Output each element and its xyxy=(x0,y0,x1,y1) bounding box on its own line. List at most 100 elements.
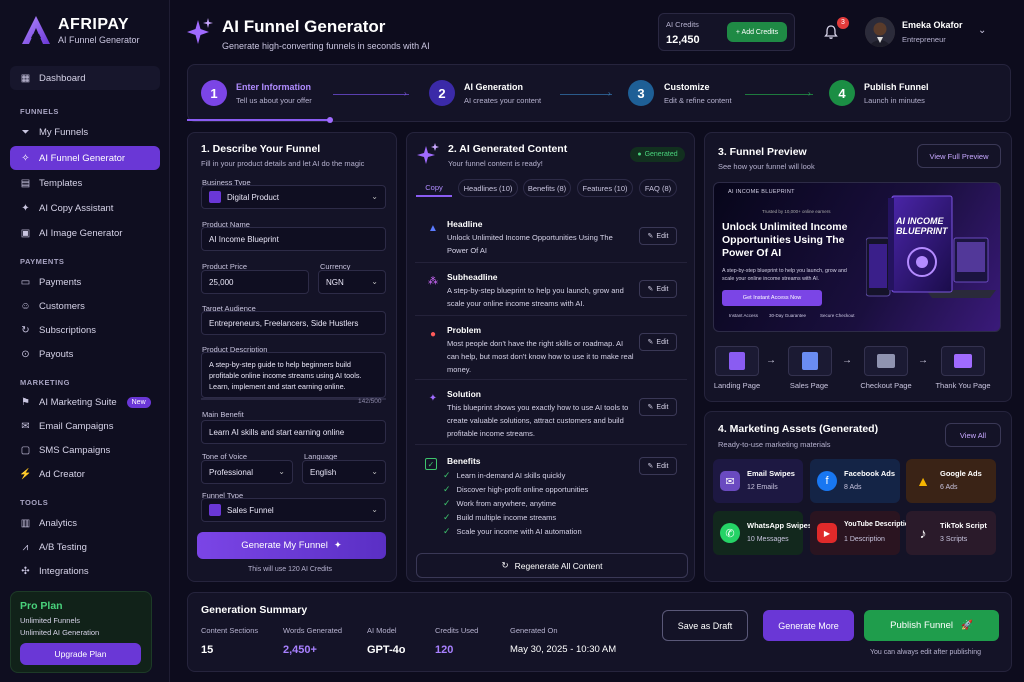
product-icon xyxy=(209,191,221,203)
benefit-input[interactable]: Learn AI skills and start earning online xyxy=(201,420,386,444)
sidebar-item-email[interactable]: ✉ Email Campaigns xyxy=(10,414,160,438)
template-icon: ▤ xyxy=(20,177,31,189)
thank-you-page-thumb[interactable] xyxy=(941,346,985,376)
section-heading-tools: TOOLS xyxy=(20,498,49,507)
tab-benefits[interactable]: Benefits (8) xyxy=(523,179,571,197)
asset-count: 10 Messages xyxy=(747,536,789,543)
benefit-item: ✓ Learn in-demand AI skills quickly xyxy=(443,470,565,481)
sidebar-item-ab-testing[interactable]: ⩘ A/B Testing xyxy=(10,535,160,559)
sidebar-item-marketing-suite[interactable]: ⚑ AI Marketing Suite New xyxy=(10,390,160,414)
notification-count: 3 xyxy=(837,17,849,29)
sidebar-item-ai-image[interactable]: ▣ AI Image Generator xyxy=(10,221,160,245)
language-select[interactable]: English ⌄ xyxy=(302,460,386,484)
arrow-right-icon: → xyxy=(842,355,852,366)
generate-funnel-button[interactable]: Generate My Funnel ✦ xyxy=(197,532,386,559)
edit-solution-button[interactable]: ✎ Edit xyxy=(639,398,677,416)
chevron-down-icon: ⌄ xyxy=(371,505,378,514)
funnel-type-select[interactable]: Sales Funnel ⌄ xyxy=(201,498,386,522)
step-1-number[interactable]: 1 xyxy=(201,80,227,106)
sections-value: 15 xyxy=(201,644,214,656)
product-name-input[interactable]: AI Income Blueprint xyxy=(201,227,386,251)
app-root: { "brand": {"name": "AFRIPAY", "sub": "A… xyxy=(0,0,1024,682)
tone-select[interactable]: Professional ⌄ xyxy=(201,460,293,484)
step-3-number[interactable]: 3 xyxy=(628,80,654,106)
tab-copy[interactable]: Copy xyxy=(416,179,452,197)
step-3-title: Customize xyxy=(664,82,710,92)
upgrade-plan-button[interactable]: Upgrade Plan xyxy=(20,643,141,665)
edit-benefits-button[interactable]: ✎ Edit xyxy=(639,457,677,475)
description-text: A step-by-step guide to help beginners b… xyxy=(209,360,362,391)
audience-input[interactable]: Entrepreneurs, Freelancers, Side Hustler… xyxy=(201,311,386,335)
sidebar-item-ai-funnel-generator[interactable]: ✧ AI Funnel Generator xyxy=(10,146,160,170)
tab-features[interactable]: Features (10) xyxy=(577,179,633,197)
user-role: Entrepreneur xyxy=(902,35,946,44)
sparkle-icon: ✧ xyxy=(21,152,30,164)
sidebar-item-templates[interactable]: ▤ Templates xyxy=(10,171,160,195)
sidebar-item-my-funnels[interactable]: ⏷ My Funnels xyxy=(10,120,160,144)
sales-page-thumb[interactable] xyxy=(788,346,832,376)
asset-youtube-description[interactable]: ▶ YouTube Description 1 Description xyxy=(810,511,913,555)
bell-icon[interactable] xyxy=(823,24,839,40)
business-type-select[interactable]: Digital Product ⌄ xyxy=(201,185,386,209)
section-subheadline: ⁂ Subheadline A step-by-step blueprint t… xyxy=(415,263,687,316)
whatsapp-icon: ✆ xyxy=(720,523,740,543)
landing-page-thumb[interactable] xyxy=(715,346,759,376)
benefit-text: Build multiple income streams xyxy=(456,513,557,522)
asset-name: Email Swipes xyxy=(747,469,795,478)
save-draft-button[interactable]: Save as Draft xyxy=(662,610,748,641)
tab-headlines[interactable]: Headlines (10) xyxy=(458,179,518,197)
benefit-text: Scale your income with AI automation xyxy=(456,527,582,536)
asset-facebook-ads[interactable]: f Facebook Ads 8 Ads xyxy=(810,459,900,503)
page-subtitle: Generate high-converting funnels in seco… xyxy=(222,41,430,51)
edit-problem-button[interactable]: ✎ Edit xyxy=(639,333,677,351)
edit-headline-button[interactable]: ✎ Edit xyxy=(639,227,677,245)
date-label: Generated On xyxy=(510,626,558,635)
tab-faq[interactable]: FAQ (8) xyxy=(639,179,677,197)
credits-used-value: 120 xyxy=(435,644,454,656)
landing-page-label: Landing Page xyxy=(713,381,761,390)
chevron-down-icon[interactable]: ⌄ xyxy=(978,25,986,36)
asset-tiktok-script[interactable]: ♪ TikTok Script 3 Scripts xyxy=(906,511,996,555)
edit-subheadline-button[interactable]: ✎ Edit xyxy=(639,280,677,298)
subheadline-heading: Subheadline xyxy=(447,272,498,282)
price-input[interactable]: 25,000 xyxy=(201,270,309,294)
sidebar-item-payments[interactable]: ▭ Payments xyxy=(10,270,160,294)
step-active-underline xyxy=(187,119,332,121)
checkout-page-thumb[interactable] xyxy=(864,346,908,376)
tiktok-icon: ♪ xyxy=(919,525,927,541)
sidebar-item-customers[interactable]: ☺ Customers xyxy=(10,294,160,318)
view-all-button[interactable]: View All xyxy=(945,423,1001,447)
step-4-number[interactable]: 4 xyxy=(829,80,855,106)
sidebar-item-label: Integrations xyxy=(39,565,89,577)
asset-whatsapp-swipes[interactable]: ✆ WhatsApp Swipes 10 Messages xyxy=(713,511,812,555)
sidebar-item-integrations[interactable]: ✣ Integrations xyxy=(10,559,160,583)
summary-title: Generation Summary xyxy=(201,604,308,616)
rocket-icon: 🚀 xyxy=(961,620,973,631)
sidebar-item-ad-creator[interactable]: ⚡ Ad Creator xyxy=(10,462,160,486)
add-credits-button[interactable]: + Add Credits xyxy=(727,22,787,42)
sidebar-item-payouts[interactable]: ⊙ Payouts xyxy=(10,342,160,366)
check-icon: ✓ xyxy=(443,470,451,480)
generate-note: This will use 120 AI Credits xyxy=(248,566,333,573)
generate-more-button[interactable]: Generate More xyxy=(763,610,854,641)
asset-name: Facebook Ads xyxy=(844,469,895,478)
section-heading-payments: PAYMENTS xyxy=(20,257,65,266)
asset-google-ads[interactable]: ▲ Google Ads 6 Ads xyxy=(906,459,996,503)
sidebar-item-sms[interactable]: ▢ SMS Campaigns xyxy=(10,438,160,462)
sidebar-item-subscriptions[interactable]: ↻ Subscriptions xyxy=(10,318,160,342)
description-textarea[interactable]: A step-by-step guide to help beginners b… xyxy=(201,352,386,398)
asset-count: 8 Ads xyxy=(844,484,862,491)
step-2-number[interactable]: 2 xyxy=(429,80,455,106)
chevron-down-icon: ⌄ xyxy=(278,467,285,476)
currency-select[interactable]: NGN ⌄ xyxy=(318,270,386,294)
megaphone-icon: ⚑ xyxy=(21,396,30,408)
sidebar-item-dashboard[interactable]: ▦ Dashboard xyxy=(10,66,160,90)
sidebar-item-analytics[interactable]: ▥ Analytics xyxy=(10,511,160,535)
asset-name: YouTube Description xyxy=(844,521,914,528)
avatar[interactable] xyxy=(865,17,895,47)
publish-funnel-button[interactable]: Publish Funnel 🚀 xyxy=(864,610,999,641)
view-full-preview-button[interactable]: View Full Preview xyxy=(917,144,1001,168)
regenerate-button[interactable]: ↻ Regenerate All Content xyxy=(416,553,688,578)
sidebar-item-ai-copy[interactable]: ✦ AI Copy Assistant xyxy=(10,196,160,220)
asset-email-swipes[interactable]: ✉ Email Swipes 12 Emails xyxy=(713,459,803,503)
